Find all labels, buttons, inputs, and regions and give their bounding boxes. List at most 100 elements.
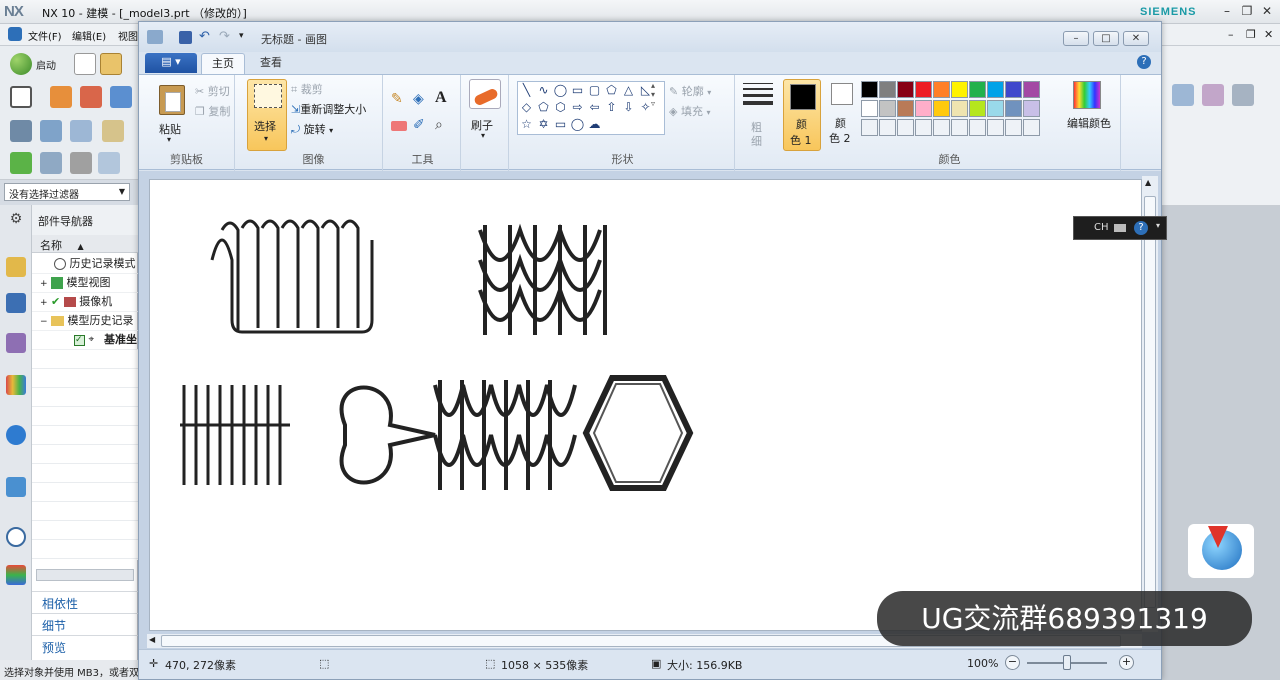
palette-swatch[interactable] [969, 100, 986, 117]
paste-button[interactable]: 粘贴 ▾ [147, 77, 195, 147]
palette-swatch[interactable] [969, 81, 986, 98]
six-point-star-icon[interactable]: ✡ [536, 117, 551, 132]
shapes-gallery[interactable]: ╲ ∿ ◯ ▭ ▢ ⬠ △ ◺◇ ⬠ ⬡ ⇨ ⇦ ⇧ ⇩ ✧☆ ✡ ▭ ◯ ☁ [517, 81, 665, 135]
navigator-hscrollbar[interactable] [36, 569, 134, 581]
cut-button[interactable]: ✂ 剪切 [195, 83, 230, 99]
edit-colors-icon[interactable] [1073, 81, 1101, 109]
panel-details[interactable]: 细节 [32, 613, 138, 635]
tree-row-cameras[interactable]: + ✔ 摄像机 [32, 293, 138, 312]
palette-swatch[interactable] [1005, 81, 1022, 98]
palette-swatch[interactable] [879, 100, 896, 117]
palette-swatch[interactable] [987, 81, 1004, 98]
new-file-icon[interactable] [74, 53, 96, 75]
ime-language[interactable]: CH [1094, 222, 1109, 233]
up-arrow-shape-icon[interactable]: ⇧ [604, 100, 619, 115]
palette-swatch[interactable] [933, 100, 950, 117]
diamond-shape-icon[interactable]: ◇ [519, 100, 534, 115]
menu-file[interactable]: 文件(F) [28, 28, 62, 43]
surface-icon[interactable] [1172, 84, 1194, 106]
oval-shape-icon[interactable]: ◯ [553, 83, 568, 98]
callout-oval-icon[interactable]: ◯ [570, 117, 585, 132]
nx-doc-restore[interactable]: ❐ [1246, 28, 1256, 41]
canvas-vscrollbar[interactable]: ▲ [1142, 176, 1158, 632]
rectangle-shape-icon[interactable]: ▭ [570, 83, 585, 98]
palette-swatch[interactable] [951, 100, 968, 117]
vscroll-thumb[interactable] [1144, 196, 1156, 608]
help-icon[interactable]: ? [1137, 55, 1151, 69]
select-button[interactable]: 选择 ▾ [247, 79, 287, 151]
boolean-icon[interactable] [40, 120, 62, 142]
panel-dependencies[interactable]: 相依性 [32, 591, 138, 613]
palette-swatch-empty[interactable] [861, 119, 878, 136]
start-icon[interactable] [10, 53, 32, 75]
color1-button[interactable]: 颜 色 1 [783, 79, 821, 151]
tree-row-model-history[interactable]: − 模型历史记录 [32, 312, 138, 331]
assembly-navigator-icon[interactable] [6, 257, 26, 277]
paint-minimize-button[interactable]: – [1063, 31, 1089, 46]
fill-button[interactable]: ◈ 填充 ▾ [669, 103, 710, 119]
pencil-icon[interactable]: ✎ [391, 91, 403, 107]
line-shape-icon[interactable]: ╲ [519, 83, 534, 98]
gear-icon[interactable]: ⚙ [6, 211, 26, 231]
five-point-star-icon[interactable]: ☆ [519, 117, 534, 132]
color-picker-icon[interactable]: ✐ [413, 117, 425, 133]
shell-icon[interactable] [70, 120, 92, 142]
sweep-icon[interactable] [1202, 84, 1224, 106]
edit-colors-label[interactable]: 编辑颜色 [1067, 115, 1111, 131]
zoom-out-button[interactable]: − [1005, 655, 1020, 670]
shapes-scroll-icon[interactable]: ▴ ▾ ▿ [651, 81, 655, 108]
web-browser-icon[interactable] [6, 425, 26, 445]
expand-icon[interactable]: + [40, 279, 48, 289]
column-header-name[interactable]: 名称 ▲ [32, 235, 138, 253]
right-arrow-shape-icon[interactable]: ⇨ [570, 100, 585, 115]
expand-icon[interactable]: + [40, 298, 48, 308]
start-button[interactable]: 启动 [36, 57, 56, 72]
palette-swatch-empty[interactable] [1005, 119, 1022, 136]
checkbox-checked-icon[interactable]: ✓ [74, 334, 85, 346]
quick-access-dropdown-icon[interactable]: ▾ [239, 31, 244, 41]
palette-swatch-empty[interactable] [969, 119, 986, 136]
palette-swatch[interactable] [915, 81, 932, 98]
polygon-shape-icon[interactable]: ⬠ [604, 83, 619, 98]
redo-icon[interactable]: ↷ [219, 29, 230, 44]
palette-swatch[interactable] [861, 100, 878, 117]
rounded-rect-shape-icon[interactable]: ▢ [587, 83, 602, 98]
tree-row-history[interactable]: 历史记录模式 [32, 255, 138, 274]
scroll-left-icon[interactable]: ◀ [149, 635, 155, 644]
callout-cloud-icon[interactable]: ☁ [587, 117, 602, 132]
paint-maximize-button[interactable]: □ [1093, 31, 1119, 46]
undo-icon[interactable]: ↶ [199, 29, 210, 44]
down-arrow-shape-icon[interactable]: ⇩ [621, 100, 636, 115]
palette-swatch[interactable] [915, 100, 932, 117]
left-arrow-shape-icon[interactable]: ⇦ [587, 100, 602, 115]
resize-button[interactable]: ⇲重新调整大小 [291, 101, 366, 117]
drawing-canvas[interactable] [149, 179, 1142, 631]
paint-menu-button[interactable]: ▤ ▾ [145, 53, 197, 73]
zoom-slider-thumb[interactable] [1063, 655, 1071, 670]
zoom-in-button[interactable]: + [1119, 655, 1134, 670]
palette-swatch-empty[interactable] [951, 119, 968, 136]
palette-swatch[interactable] [897, 100, 914, 117]
part-navigator-icon[interactable] [6, 333, 26, 353]
triangle-shape-icon[interactable]: △ [621, 83, 636, 98]
sew-icon[interactable] [1232, 84, 1254, 106]
palette-swatch-empty[interactable] [1023, 119, 1040, 136]
help-icon[interactable]: ? [1134, 221, 1148, 235]
hexagon-shape-icon[interactable]: ⬡ [553, 100, 568, 115]
tab-view[interactable]: 查看 [251, 53, 291, 74]
sketch-icon[interactable] [10, 86, 32, 108]
paint-app-icon[interactable] [147, 30, 163, 44]
measure-icon[interactable] [70, 152, 92, 174]
tab-home[interactable]: 主页 [201, 53, 245, 74]
selection-filter-dropdown[interactable]: 没有选择过滤器 ▼ [4, 183, 130, 201]
tree-row-datum-csys[interactable]: ✓ ⌖ 基准坐 [32, 331, 138, 350]
palette-swatch-empty[interactable] [915, 119, 932, 136]
nx-close-button[interactable]: ✕ [1258, 4, 1276, 20]
constraint-navigator-icon[interactable] [6, 293, 26, 313]
palette-swatch[interactable] [987, 100, 1004, 117]
palette-swatch[interactable] [1023, 81, 1040, 98]
revolve-icon[interactable] [80, 86, 102, 108]
history-palette-icon[interactable] [6, 477, 26, 497]
save-icon[interactable] [179, 31, 192, 44]
keyboard-icon[interactable] [1114, 224, 1126, 232]
